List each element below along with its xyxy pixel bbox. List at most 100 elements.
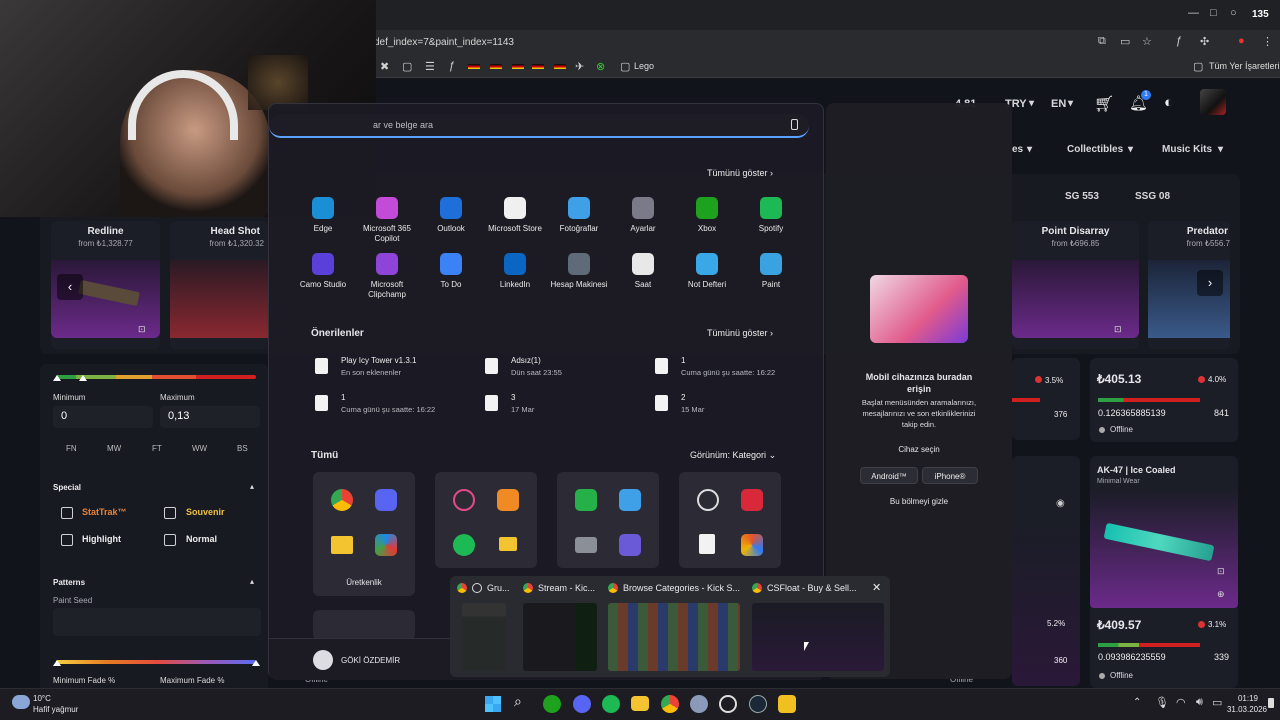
normal-checkbox[interactable] xyxy=(164,534,176,546)
inspect-icon[interactable]: ⊡ xyxy=(1217,566,1225,577)
battery-icon[interactable]: ▭ xyxy=(1212,696,1222,709)
wear-mw[interactable]: MW xyxy=(107,444,121,453)
menu-icon[interactable]: ⋮ xyxy=(1262,35,1273,48)
user-name[interactable]: GÖKİ ÖZDEMİR xyxy=(341,656,400,665)
app-category-creative[interactable] xyxy=(557,472,659,568)
app-category-more[interactable] xyxy=(313,610,415,640)
discord-icon[interactable] xyxy=(573,695,591,713)
float-max-handle[interactable] xyxy=(79,375,87,381)
app-category-media[interactable] xyxy=(435,472,537,568)
microphone-icon[interactable]: 🎙︎ xyxy=(1155,696,1169,709)
bookmark-flag-icon[interactable] xyxy=(532,64,544,69)
pinned-app-foto-raflar[interactable]: Fotoğraflar xyxy=(547,197,611,234)
wear-ft[interactable]: FT xyxy=(152,444,162,453)
bookmark-flag-icon[interactable] xyxy=(490,64,502,69)
wear-fn[interactable]: FN xyxy=(66,444,77,453)
pinned-app-edge[interactable]: Edge xyxy=(291,197,355,234)
listing-card-left-partial-2[interactable] xyxy=(1012,456,1080,686)
pinned-app-paint[interactable]: Paint xyxy=(739,253,803,290)
carousel-card-headshot[interactable]: Head Shot from ₺1,320.32 xyxy=(170,221,268,349)
xbox-icon[interactable] xyxy=(543,695,561,713)
file-explorer-icon[interactable] xyxy=(631,696,649,711)
folder-icon[interactable]: ▢ xyxy=(402,60,412,73)
close-thumbnail-icon[interactable]: ✕ xyxy=(872,581,881,594)
obs-icon[interactable] xyxy=(719,695,737,713)
float-min-handle[interactable] xyxy=(53,375,61,381)
all-bookmarks-folder-icon[interactable]: ▢ xyxy=(1193,60,1203,73)
close-window-icon[interactable]: ○ xyxy=(1230,7,1237,19)
pinned-app-microsoft-clipchamp[interactable]: Microsoft Clipchamp xyxy=(355,253,419,300)
hide-panel-link[interactable]: Bu bölmeyi gizle xyxy=(826,497,1012,506)
wear-bs[interactable]: BS xyxy=(237,444,248,453)
tab-ssg08[interactable]: SSG 08 xyxy=(1135,191,1170,202)
bookmark-flag-icon[interactable] xyxy=(512,64,524,69)
paint-seed-input[interactable] xyxy=(53,608,261,636)
stattrak-checkbox[interactable] xyxy=(61,507,73,519)
weather-icon[interactable] xyxy=(12,695,30,709)
recommended-show-all[interactable]: Tümünü göster › xyxy=(707,328,773,338)
pinned-app-outlook[interactable]: Outlook xyxy=(419,197,483,234)
pinned-show-all[interactable]: Tümünü göster › xyxy=(707,168,773,178)
translate-icon[interactable]: ⧉ xyxy=(1098,35,1106,48)
pinned-app-linkedin[interactable]: LinkedIn xyxy=(483,253,547,290)
spotify-icon[interactable] xyxy=(602,695,620,713)
pinned-app-microsoft-365-copilot[interactable]: Microsoft 365 Copilot xyxy=(355,197,419,244)
steam-icon[interactable]: ✈ xyxy=(575,60,584,73)
tab-sg553[interactable]: SG 553 xyxy=(1065,191,1099,202)
bookmark-folder-lego[interactable]: Lego xyxy=(634,61,654,71)
thumb-preview[interactable] xyxy=(523,603,597,671)
user-avatar-icon[interactable] xyxy=(313,650,333,670)
fade-max-handle[interactable] xyxy=(252,660,260,666)
bookmark-flag-icon[interactable] xyxy=(468,64,480,69)
bookmark-flag-icon[interactable] xyxy=(554,64,566,69)
db-icon[interactable]: ☰ xyxy=(425,60,435,73)
cart-icon[interactable]: 🛒︎ xyxy=(1094,94,1114,114)
pinned-app-hesap-makinesi[interactable]: Hesap Makinesi xyxy=(547,253,611,290)
chevron-up-icon[interactable]: ▴ xyxy=(250,482,254,491)
pinned-app-xbox[interactable]: Xbox xyxy=(675,197,739,234)
wifi-icon[interactable]: ◠ xyxy=(1176,696,1186,709)
patterns-section-title[interactable]: Patterns xyxy=(53,578,85,587)
pinned-app-saat[interactable]: Saat xyxy=(611,253,675,290)
weather-temp[interactable]: 10°C xyxy=(33,694,51,703)
bookmark-x-icon[interactable]: ✖ xyxy=(380,60,389,73)
steam-icon[interactable] xyxy=(749,695,767,713)
network-app-icon[interactable] xyxy=(690,695,708,713)
chevron-up-icon[interactable]: ▴ xyxy=(250,577,254,586)
view-category-select[interactable]: Görünüm: Kategori ⌄ xyxy=(690,450,776,461)
extension-icon[interactable]: ƒ xyxy=(1176,35,1182,47)
nav-item-partial[interactable]: es xyxy=(1012,144,1023,155)
nav-music-kits[interactable]: Music Kits xyxy=(1162,144,1212,155)
notification-icon[interactable] xyxy=(1268,698,1274,708)
chrome-icon[interactable] xyxy=(661,695,679,713)
thumb-preview[interactable] xyxy=(462,603,506,671)
eye-icon[interactable]: ◉ xyxy=(1056,498,1065,509)
app-category-productivity[interactable]: Üretkenlik xyxy=(313,472,415,596)
language-select[interactable]: EN xyxy=(1051,98,1066,110)
puzzle-icon[interactable]: ✣ xyxy=(1200,35,1209,48)
xbox-bookmark-icon[interactable]: ⊗ xyxy=(596,60,605,73)
thumb-preview[interactable] xyxy=(752,603,884,671)
windows-start-icon[interactable] xyxy=(485,696,501,712)
listing-card-ice-coaled[interactable]: AK-47 | Ice Coaled Minimal Wear ◉ ⊡ ⊕ ₺4… xyxy=(1090,456,1238,688)
palette-icon[interactable]: ◐ xyxy=(1164,94,1173,111)
pinned-app-camo-studio[interactable]: Camo Studio xyxy=(291,253,355,290)
app-category-tools[interactable] xyxy=(679,472,781,568)
souvenir-checkbox[interactable] xyxy=(164,507,176,519)
android-button[interactable]: Android™ xyxy=(860,467,918,484)
restore-icon[interactable]: □ xyxy=(1210,7,1217,19)
nav-collectibles[interactable]: Collectibles xyxy=(1067,144,1123,155)
pinned-app-ayarlar[interactable]: Ayarlar xyxy=(611,197,675,234)
carousel-next-button[interactable]: › xyxy=(1197,270,1223,296)
fade-range-bar[interactable] xyxy=(56,660,256,664)
search-icon[interactable]: ⌕ xyxy=(514,693,522,710)
folder-lego-icon[interactable]: ▢ xyxy=(620,60,630,73)
profile-icon[interactable]: ● xyxy=(1238,35,1245,47)
pinned-app-spotify[interactable]: Spotify xyxy=(739,197,803,234)
bookmark-f-icon[interactable]: ƒ xyxy=(449,60,455,72)
special-section-title[interactable]: Special xyxy=(53,483,81,492)
app-icon[interactable] xyxy=(778,695,796,713)
highlight-checkbox[interactable] xyxy=(61,534,73,546)
iphone-button[interactable]: iPhone® xyxy=(922,467,978,484)
pinned-app-to-do[interactable]: To Do xyxy=(419,253,483,290)
